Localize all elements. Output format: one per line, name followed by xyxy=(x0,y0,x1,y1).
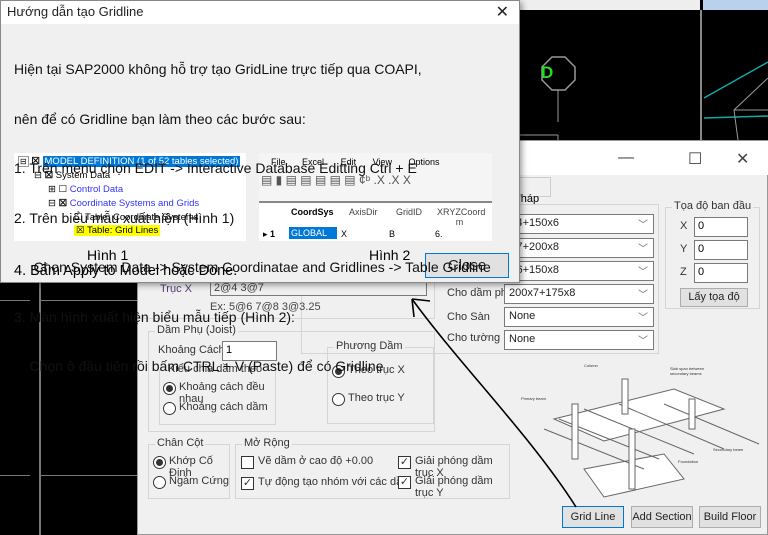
gridline-guide-dialog: Hướng dẫn tạo Gridline ✕ Hiện tại SAP200… xyxy=(0,0,520,374)
chevron-down-icon: ﹀ xyxy=(638,313,648,324)
instruction-line: 3. Màn hình xuất hiện biểu mẫu tiếp (Hìn… xyxy=(14,308,295,325)
add-section-button[interactable]: Add Section xyxy=(631,506,693,528)
checkbox-draw-at-zero[interactable] xyxy=(241,456,254,469)
radio-pinned[interactable] xyxy=(153,456,166,469)
instruction-line: Chọn ô đầu tiên rồi bấm CTRL + V (Paste)… xyxy=(14,358,384,374)
combo-1[interactable]: x4+150x6 ﹀ xyxy=(506,214,654,234)
dialog-title-bar: Hướng dẫn tạo Gridline ✕ xyxy=(1,1,519,24)
chevron-down-icon: ﹀ xyxy=(638,220,648,231)
origin-x-input[interactable]: 0 xyxy=(694,217,748,237)
radio-fixed[interactable] xyxy=(153,476,166,489)
combo-2[interactable]: x7+200x8 ﹀ xyxy=(506,238,654,258)
origin-group: Tọa độ ban đầu X 0 Y 0 Z 0 Lấy tọa độ xyxy=(665,200,760,309)
checkbox-auto-group[interactable]: ✓ xyxy=(241,477,254,490)
cad-drawing xyxy=(520,56,768,140)
instruction-line: Chọn System Data -> System Coordinatae a… xyxy=(14,259,491,275)
instruction-line: 2. Trên biểu mẫu xuất hiện (Hình 1) xyxy=(14,209,235,226)
origin-z-input[interactable]: 0 xyxy=(694,263,748,283)
instructions: Hiện tại SAP2000 không hỗ trợ tạo GridLi… xyxy=(14,28,491,408)
instruction-line: Hiện tại SAP2000 không hỗ trợ tạo GridLi… xyxy=(14,61,422,77)
chevron-down-icon: ﹀ xyxy=(638,244,648,255)
origin-y-input[interactable]: 0 xyxy=(694,240,748,260)
chevron-down-icon: ﹀ xyxy=(638,267,648,278)
build-floor-button[interactable]: Build Floor xyxy=(699,506,761,528)
base-group: Chân Cột Khớp Cố Định Ngàm Cứng xyxy=(148,437,230,499)
grid-bubble-label: D xyxy=(541,63,554,82)
chevron-down-icon: ﹀ xyxy=(638,290,648,301)
minimize-icon[interactable]: — xyxy=(618,149,634,167)
chevron-down-icon: ﹀ xyxy=(638,336,648,347)
maximize-icon[interactable]: ☐ xyxy=(688,149,702,169)
combo-3[interactable]: x6+150x8 ﹀ xyxy=(506,261,654,281)
close-icon[interactable]: ✕ xyxy=(496,2,509,22)
get-coordinates-button[interactable]: Lấy tọa độ xyxy=(680,288,748,307)
instruction-line: nên để có Gridline bạn làm theo các bước… xyxy=(14,110,306,127)
instruction-line: 1. Trên menu chọn EDIT -> Interactive Da… xyxy=(14,160,417,176)
dialog-title: Hướng dẫn tạo Gridline xyxy=(7,4,144,19)
close-icon[interactable]: ✕ xyxy=(736,149,749,169)
